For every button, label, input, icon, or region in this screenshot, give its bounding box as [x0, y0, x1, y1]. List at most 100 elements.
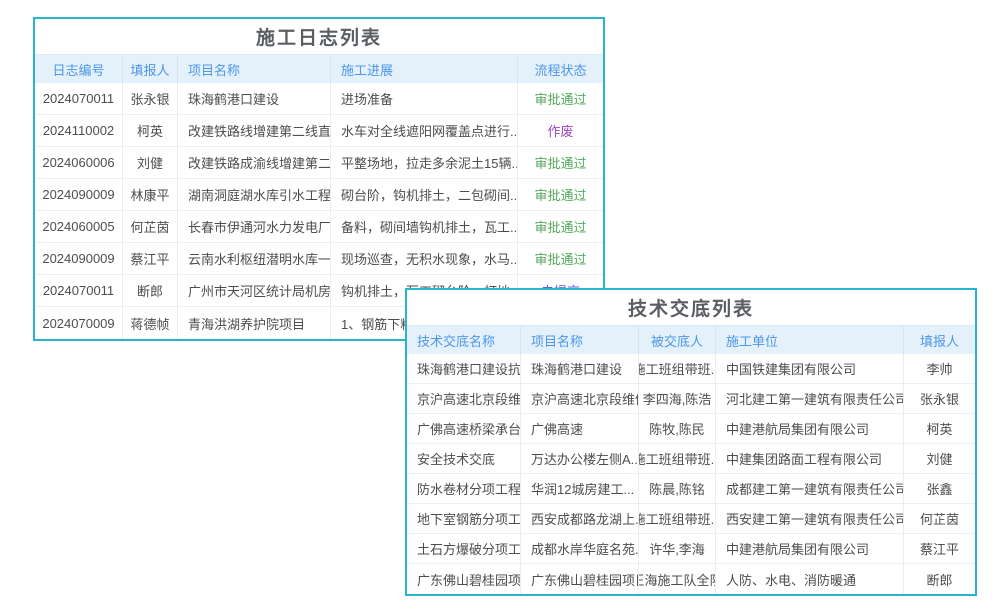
link-cell[interactable]: 云南水利枢纽潜明水库一...: [178, 243, 331, 274]
text-cell: 中建港航局集团有限公司: [716, 534, 904, 563]
text-cell: 中建港航局集团有限公司: [716, 414, 904, 443]
link-cell[interactable]: 2024110002: [35, 115, 123, 146]
link-cell[interactable]: 京沪高速北京段维修: [521, 384, 639, 413]
text-cell: 施工班组带班...: [639, 444, 716, 473]
link-cell[interactable]: 2024070009: [35, 307, 123, 339]
text-cell: 施工班组带班...: [639, 504, 716, 533]
link-cell[interactable]: 2024070011: [35, 275, 123, 306]
text-cell: 备料，砌间墙钩机排土，瓦工...: [331, 211, 518, 242]
text-cell: 西安建工第一建筑有限责任公司: [716, 504, 904, 533]
status-cell: 作废: [518, 115, 603, 146]
link-cell[interactable]: 2024070011: [35, 83, 123, 114]
link-cell[interactable]: 张鑫: [904, 474, 975, 503]
link-cell[interactable]: 土石方爆破分项工程...: [407, 534, 521, 563]
text-cell: 人防、水电、消防暖通: [716, 564, 904, 594]
link-cell[interactable]: 广东佛山碧桂园项目: [521, 564, 639, 594]
table-row: 京沪高速北京段维修...京沪高速北京段维修李四海,陈浩河北建工第一建筑有限责任公…: [407, 384, 975, 414]
column-header-2: 被交底人: [639, 326, 716, 354]
table-row: 安全技术交底万达办公楼左侧A...施工班组带班...中建集团路面工程有限公司刘健: [407, 444, 975, 474]
link-cell[interactable]: 珠海鹤港口建设抗浮...: [407, 354, 521, 383]
link-cell[interactable]: 蔡江平: [904, 534, 975, 563]
link-cell[interactable]: 青海洪湖养护院项目: [178, 307, 331, 339]
column-header-3: 施工进展: [331, 55, 518, 83]
tech-disclosure-header-row: 技术交底名称项目名称被交底人施工单位填报人: [407, 326, 975, 354]
text-cell: 陈牧,陈民: [639, 414, 716, 443]
link-cell[interactable]: 2024090009: [35, 179, 123, 210]
link-cell[interactable]: 珠海鹤港口建设: [178, 83, 331, 114]
text-cell: 砌台阶，钩机排土，二包砌间...: [331, 179, 518, 210]
link-cell[interactable]: 万达办公楼左侧A...: [521, 444, 639, 473]
table-row: 广佛高速桥梁承台施...广佛高速陈牧,陈民中建港航局集团有限公司柯英: [407, 414, 975, 444]
column-header-3: 施工单位: [716, 326, 904, 354]
link-cell[interactable]: 断郎: [123, 275, 178, 306]
status-cell: 审批通过: [518, 211, 603, 242]
tech-disclosure-title: 技术交底列表: [407, 290, 975, 326]
link-cell[interactable]: 张永银: [904, 384, 975, 413]
link-cell[interactable]: 湖南洞庭湖水库引水工程...: [178, 179, 331, 210]
table-row: 2024060005何芷茵长春市伊通河水力发电厂...备料，砌间墙钩机排土，瓦工…: [35, 211, 603, 243]
table-row: 地下室钢筋分项工程...西安成都路龙湖上...施工班组带班...西安建工第一建筑…: [407, 504, 975, 534]
link-cell[interactable]: 断郎: [904, 564, 975, 594]
link-cell[interactable]: 改建铁路线增建第二线直...: [178, 115, 331, 146]
column-header-0: 技术交底名称: [407, 326, 521, 354]
link-cell[interactable]: 改建铁路成渝线增建第二...: [178, 147, 331, 178]
tech-disclosure-table-card: 技术交底列表 技术交底名称项目名称被交底人施工单位填报人 珠海鹤港口建设抗浮..…: [405, 288, 977, 596]
construction-log-title: 施工日志列表: [35, 19, 603, 55]
text-cell: 成都建工第一建筑有限责任公司: [716, 474, 904, 503]
link-cell[interactable]: 广佛高速桥梁承台施...: [407, 414, 521, 443]
link-cell[interactable]: 广东佛山碧桂园项目...: [407, 564, 521, 594]
text-cell: 施工班组带班...: [639, 354, 716, 383]
status-cell: 审批通过: [518, 243, 603, 274]
link-cell[interactable]: 安全技术交底: [407, 444, 521, 473]
construction-log-header-row: 日志编号填报人项目名称施工进展流程状态: [35, 55, 603, 83]
link-cell[interactable]: 柯英: [123, 115, 178, 146]
link-cell[interactable]: 蔡江平: [123, 243, 178, 274]
link-cell[interactable]: 成都水岸华庭名苑...: [521, 534, 639, 563]
link-cell[interactable]: 2024060005: [35, 211, 123, 242]
text-cell: 水车对全线遮阳网覆盖点进行...: [331, 115, 518, 146]
link-cell[interactable]: 李帅: [904, 354, 975, 383]
tech-disclosure-body: 珠海鹤港口建设抗浮...珠海鹤港口建设施工班组带班...中国铁建集团有限公司李帅…: [407, 354, 975, 594]
column-header-2: 项目名称: [178, 55, 331, 83]
link-cell[interactable]: 防水卷材分项工程施...: [407, 474, 521, 503]
text-cell: 进场准备: [331, 83, 518, 114]
link-cell[interactable]: 长春市伊通河水力发电厂...: [178, 211, 331, 242]
text-cell: 李四海,陈浩: [639, 384, 716, 413]
link-cell[interactable]: 京沪高速北京段维修...: [407, 384, 521, 413]
link-cell[interactable]: 2024060006: [35, 147, 123, 178]
table-row: 土石方爆破分项工程...成都水岸华庭名苑...许华,李海中建港航局集团有限公司蔡…: [407, 534, 975, 564]
table-row: 广东佛山碧桂园项目...广东佛山碧桂园项目王海施工队全队人防、水电、消防暖通断郎: [407, 564, 975, 594]
link-cell[interactable]: 林康平: [123, 179, 178, 210]
text-cell: 许华,李海: [639, 534, 716, 563]
text-cell: 中建集团路面工程有限公司: [716, 444, 904, 473]
table-row: 2024070011张永银珠海鹤港口建设进场准备审批通过: [35, 83, 603, 115]
text-cell: 现场巡查，无积水现象，水马...: [331, 243, 518, 274]
text-cell: 王海施工队全队: [639, 564, 716, 594]
column-header-4: 填报人: [904, 326, 975, 354]
link-cell[interactable]: 刘健: [904, 444, 975, 473]
link-cell[interactable]: 刘健: [123, 147, 178, 178]
status-cell: 审批通过: [518, 179, 603, 210]
link-cell[interactable]: 地下室钢筋分项工程...: [407, 504, 521, 533]
link-cell[interactable]: 柯英: [904, 414, 975, 443]
text-cell: 平整场地，拉走多余泥土15辆...: [331, 147, 518, 178]
link-cell[interactable]: 华润12城房建工...: [521, 474, 639, 503]
table-row: 珠海鹤港口建设抗浮...珠海鹤港口建设施工班组带班...中国铁建集团有限公司李帅: [407, 354, 975, 384]
link-cell[interactable]: 广佛高速: [521, 414, 639, 443]
link-cell[interactable]: 何芷茵: [123, 211, 178, 242]
link-cell[interactable]: 张永银: [123, 83, 178, 114]
link-cell[interactable]: 何芷茵: [904, 504, 975, 533]
text-cell: 河北建工第一建筑有限责任公司: [716, 384, 904, 413]
column-header-1: 填报人: [123, 55, 178, 83]
column-header-0: 日志编号: [35, 55, 123, 83]
table-row: 防水卷材分项工程施...华润12城房建工...陈晨,陈铭成都建工第一建筑有限责任…: [407, 474, 975, 504]
link-cell[interactable]: 西安成都路龙湖上...: [521, 504, 639, 533]
column-header-4: 流程状态: [518, 55, 603, 83]
link-cell[interactable]: 珠海鹤港口建设: [521, 354, 639, 383]
link-cell[interactable]: 2024090009: [35, 243, 123, 274]
link-cell[interactable]: 广州市天河区统计局机房...: [178, 275, 331, 306]
text-cell: 中国铁建集团有限公司: [716, 354, 904, 383]
table-row: 2024090009林康平湖南洞庭湖水库引水工程...砌台阶，钩机排土，二包砌间…: [35, 179, 603, 211]
link-cell[interactable]: 蒋德帧: [123, 307, 178, 339]
table-row: 2024060006刘健改建铁路成渝线增建第二...平整场地，拉走多余泥土15辆…: [35, 147, 603, 179]
